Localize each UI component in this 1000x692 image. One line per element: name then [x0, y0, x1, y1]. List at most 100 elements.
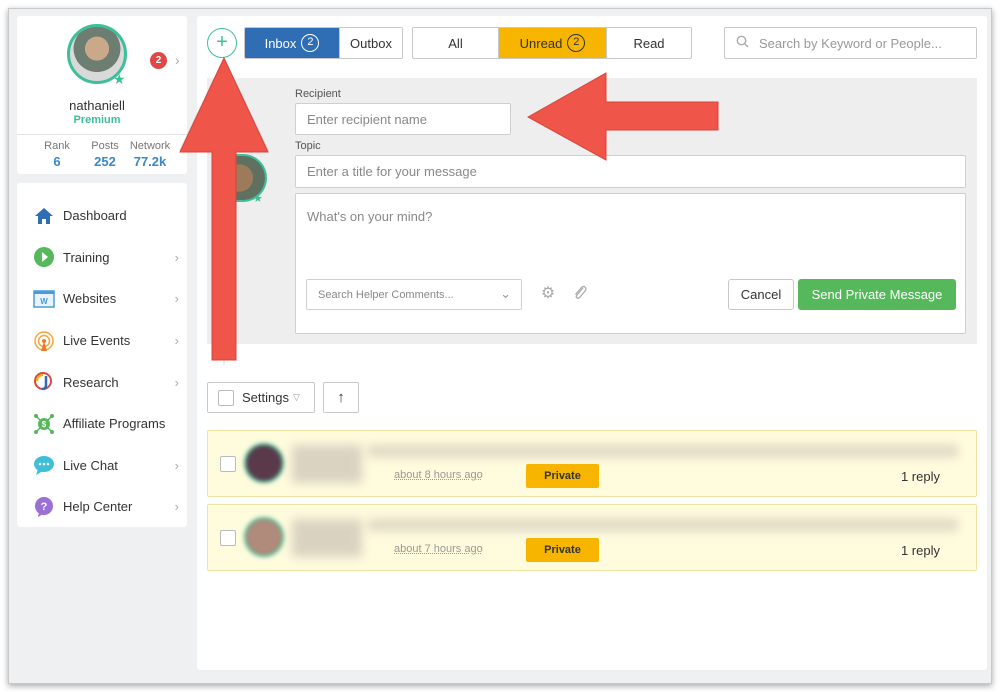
gear-icon[interactable]: ⚙ — [538, 284, 558, 304]
chevron-right-icon: › — [174, 374, 179, 390]
svg-text:?: ? — [41, 501, 48, 513]
blurred-content — [292, 445, 362, 483]
message-checkbox[interactable] — [220, 530, 236, 546]
sidebar-item-label: Research — [63, 374, 119, 390]
star-icon: ★ — [113, 71, 126, 87]
avatar — [244, 517, 284, 557]
compose-button[interactable]: + — [207, 28, 237, 58]
messages-panel: + Inbox 2 Outbox All Unread 2 Read Searc… — [197, 16, 987, 670]
broadcast-icon — [33, 330, 55, 352]
reply-count[interactable]: 1 reply — [901, 469, 940, 484]
chevron-right-icon: › — [174, 291, 179, 307]
sidebar-item-label: Websites — [63, 291, 117, 307]
chevron-down-icon: ⌄ — [500, 286, 511, 301]
tab-unread[interactable]: Unread 2 — [498, 28, 606, 58]
sidebar-item-label: Dashboard — [63, 208, 127, 224]
recipient-input[interactable] — [295, 103, 511, 135]
sidebar-item-label: Affiliate Programs — [63, 416, 166, 432]
blurred-content — [292, 519, 362, 557]
chevron-right-icon: › — [174, 249, 179, 265]
home-icon — [33, 205, 55, 227]
chevron-right-icon: › — [174, 457, 179, 473]
stat-label: Network — [129, 140, 171, 152]
compose-form: ★ Recipient Topic Search Helper Comments… — [207, 78, 977, 344]
sidebar-nav: Dashboard Training › W Websites › Live E… — [17, 183, 187, 527]
avatar — [244, 443, 284, 483]
sidebar-item-research[interactable]: Research › — [17, 361, 187, 403]
stat-value: 252 — [94, 154, 116, 169]
reply-count[interactable]: 1 reply — [901, 543, 940, 558]
tab-read[interactable]: Read — [606, 28, 691, 58]
membership-tier: Premium — [73, 114, 121, 126]
tab-label: Unread — [519, 35, 563, 51]
search-icon — [725, 35, 759, 51]
tab-outbox[interactable]: Outbox — [339, 28, 402, 58]
tab-label: Inbox — [264, 35, 297, 51]
message-row[interactable]: about 8 hours ago Private 1 reply — [207, 430, 977, 497]
helper-comments-placeholder: Search Helper Comments... — [318, 288, 454, 301]
private-badge: Private — [526, 538, 599, 562]
sidebar-item-training[interactable]: Training › — [17, 237, 187, 279]
search-input[interactable] — [759, 35, 969, 51]
stat-label: Rank — [44, 140, 70, 152]
message-timestamp[interactable]: about 7 hours ago — [394, 543, 483, 555]
sidebar-item-label: Live Events — [63, 333, 131, 349]
research-icon — [33, 371, 55, 393]
helper-comments-select[interactable]: Search Helper Comments... ⌄ — [306, 279, 522, 310]
stat-posts[interactable]: Posts 252 — [80, 140, 130, 169]
svg-text:W: W — [40, 297, 48, 306]
notification-badge[interactable]: 2 — [150, 52, 167, 69]
sidebar-item-dashboard[interactable]: Dashboard — [17, 195, 187, 237]
private-badge: Private — [526, 464, 599, 488]
username[interactable]: nathaniell — [17, 98, 177, 113]
stat-rank[interactable]: Rank 6 — [32, 140, 82, 169]
stat-network[interactable]: Network 77.2k — [125, 140, 175, 169]
chevron-down-icon: ▽ — [292, 392, 300, 402]
message-checkbox[interactable] — [220, 456, 236, 472]
profile-card: ★ 2 › nathaniell Premium Rank 6 Posts 25… — [17, 16, 187, 174]
cancel-button[interactable]: Cancel — [728, 279, 794, 310]
tab-label: Read — [633, 35, 665, 51]
send-message-button[interactable]: Send Private Message — [798, 279, 956, 310]
sidebar-item-label: Training — [63, 249, 110, 265]
chevron-right-icon[interactable]: › — [175, 52, 180, 68]
help-icon: ? — [33, 496, 55, 518]
message-row[interactable]: about 7 hours ago Private 1 reply — [207, 504, 977, 571]
attachment-icon[interactable] — [570, 284, 590, 304]
chevron-right-icon: › — [174, 333, 179, 349]
filter-tabs: All Unread 2 Read — [412, 27, 692, 59]
select-all-checkbox[interactable] — [218, 389, 234, 406]
sidebar-item-live-chat[interactable]: Live Chat › — [17, 445, 187, 487]
tab-label: All — [448, 35, 463, 51]
count-badge: 2 — [567, 34, 586, 52]
topic-input[interactable] — [295, 155, 966, 188]
tab-inbox[interactable]: Inbox 2 — [245, 28, 339, 58]
count-badge: 2 — [301, 34, 320, 52]
affiliate-icon: $ — [33, 413, 55, 435]
recipient-label: Recipient — [295, 88, 341, 100]
blurred-content — [368, 445, 958, 457]
settings-dropdown[interactable]: Settings ▽ — [207, 382, 315, 413]
mailbox-tabs: Inbox 2 Outbox — [244, 27, 403, 59]
sort-up-button[interactable]: ↑ — [323, 382, 359, 413]
chat-icon — [33, 454, 55, 476]
sidebar-item-affiliate-programs[interactable]: $ Affiliate Programs — [17, 403, 187, 445]
search-box[interactable] — [724, 27, 977, 59]
settings-label: Settings — [242, 390, 289, 405]
sidebar-item-help-center[interactable]: ? Help Center › — [17, 486, 187, 528]
play-icon — [33, 246, 55, 268]
message-body: Search Helper Comments... ⌄ ⚙ Cancel Sen… — [295, 193, 966, 334]
star-icon: ★ — [253, 193, 263, 205]
sidebar-item-label: Help Center — [63, 499, 133, 515]
stat-value: 6 — [53, 154, 61, 169]
blurred-content — [368, 519, 958, 531]
stat-label: Posts — [91, 140, 119, 152]
website-icon: W — [33, 288, 55, 310]
svg-text:$: $ — [42, 420, 47, 429]
sidebar-item-live-events[interactable]: Live Events › — [17, 320, 187, 362]
sidebar-item-websites[interactable]: W Websites › — [17, 278, 187, 320]
tab-all[interactable]: All — [413, 28, 498, 58]
tab-label: Outbox — [350, 35, 392, 51]
message-body-input[interactable] — [296, 194, 965, 269]
message-timestamp[interactable]: about 8 hours ago — [394, 469, 483, 481]
